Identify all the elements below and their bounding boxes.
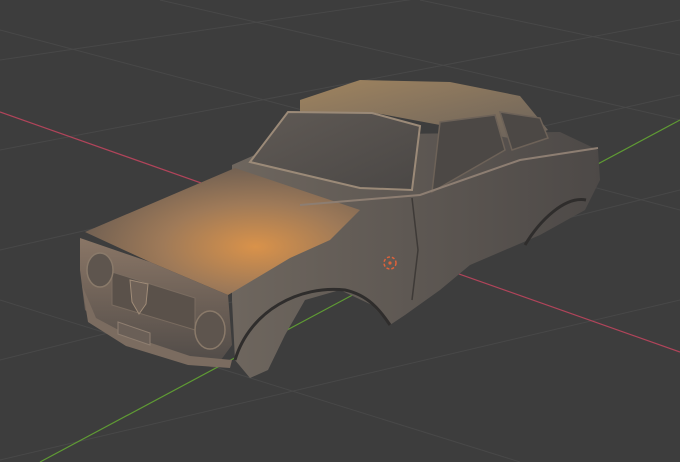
car-headlight-left — [86, 252, 114, 288]
viewport-canvas[interactable] — [0, 0, 680, 462]
car-body-model[interactable] — [80, 80, 600, 378]
car-headlight-right — [194, 310, 226, 350]
3d-viewport[interactable] — [0, 0, 680, 462]
